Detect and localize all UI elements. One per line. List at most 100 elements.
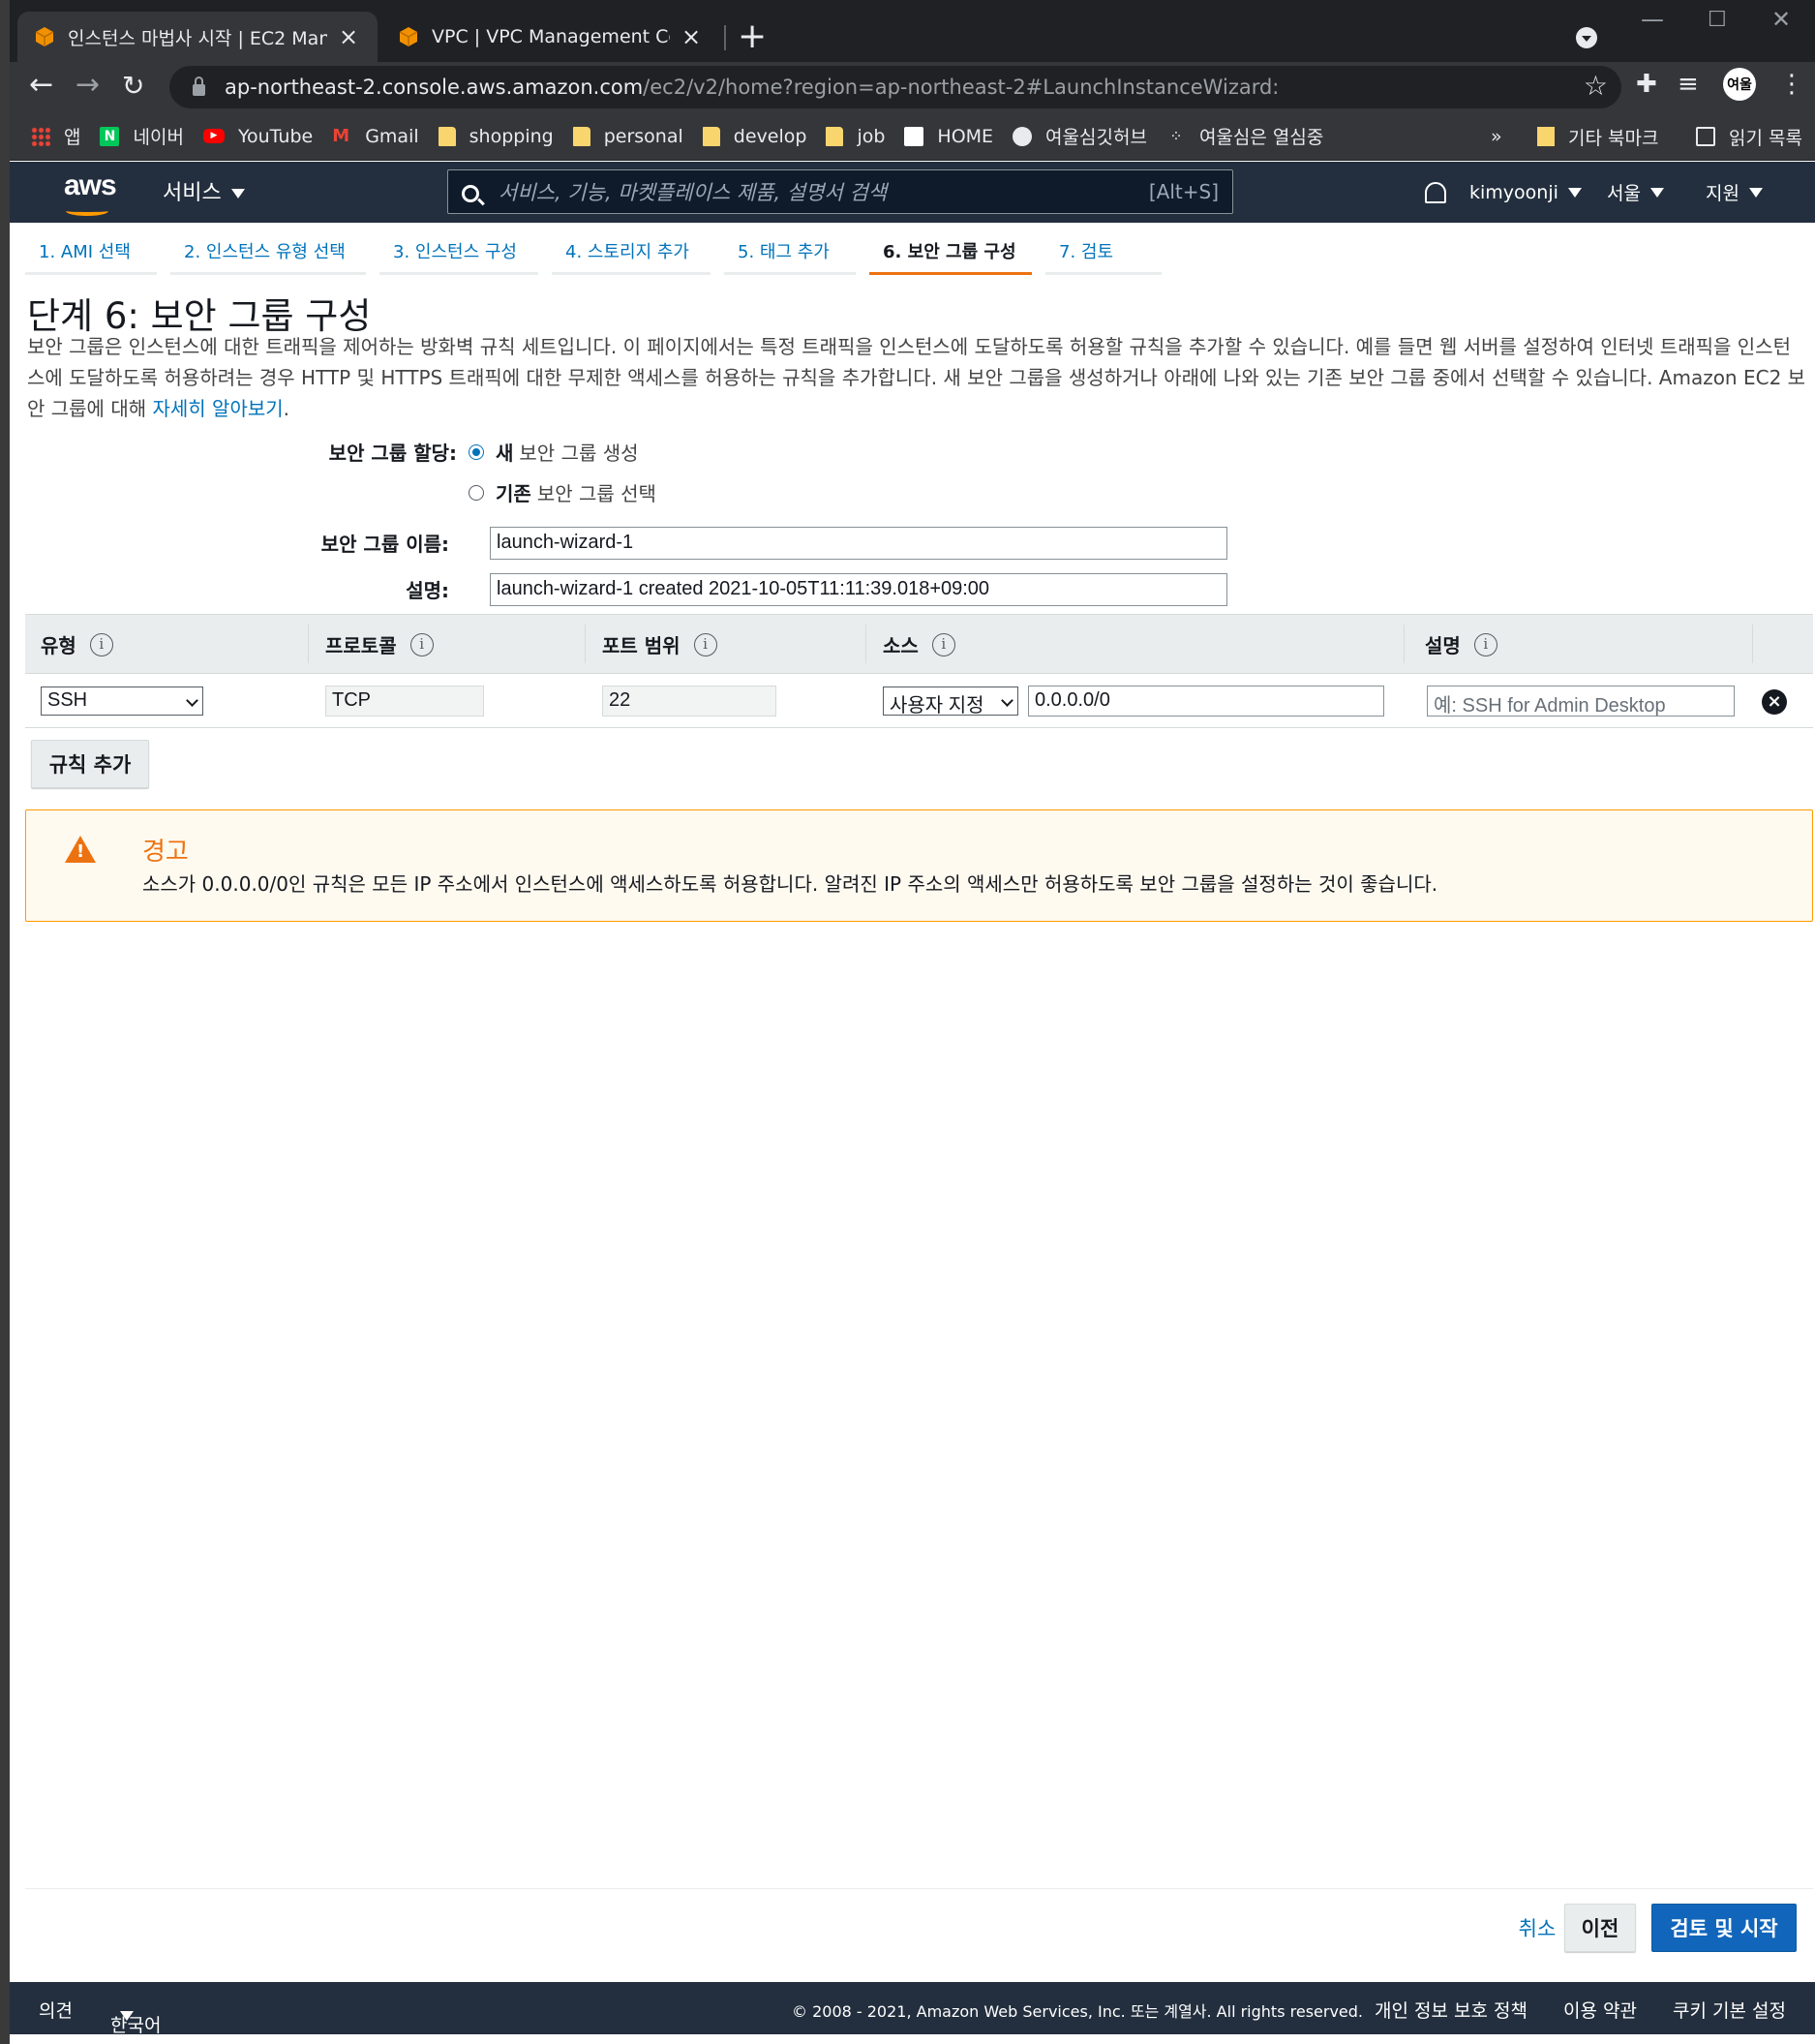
new-tab-icon[interactable]: + [738, 19, 767, 54]
maximize-icon[interactable]: ☐ [1708, 8, 1727, 32]
profile-avatar[interactable]: 여울 [1723, 68, 1756, 101]
bookmark-home[interactable]: HOME [904, 126, 993, 147]
bookmark-personal[interactable]: personal [572, 126, 683, 147]
privacy-link[interactable]: 개인 정보 보호 정책 [1375, 1997, 1528, 2023]
aws-cube-icon [35, 27, 54, 46]
step-review[interactable]: 7. 검토 [1045, 229, 1162, 275]
account-menu[interactable]: kimyoonji [1469, 162, 1582, 223]
radio-new-security-group[interactable]: 새 보안 그룹 생성 [469, 438, 639, 466]
bookmark-apps[interactable]: 앱 [31, 123, 80, 149]
col-source: 소스 i [883, 630, 955, 658]
folder-icon [1537, 127, 1555, 146]
console-footer: 의견 한국어 © 2008 - 2021, Amazon Web Service… [10, 1982, 1815, 2036]
group-name-input[interactable]: launch-wizard-1 [490, 527, 1227, 560]
lock-icon [193, 76, 205, 96]
divider [25, 1888, 1813, 1889]
extensions-icon[interactable]: ✚ [1636, 70, 1657, 99]
radio-unselected [469, 484, 484, 501]
browser-window: 인스턴스 마법사 시작 | EC2 Man × VPC | VPC Manage… [10, 0, 1815, 2044]
menu-kebab-icon[interactable]: ⋮ [1779, 70, 1804, 99]
bookmark-naver[interactable]: N 네이버 [100, 123, 184, 149]
info-icon[interactable]: i [1473, 632, 1497, 656]
reload-icon[interactable]: ↻ [122, 70, 144, 102]
tab-search-icon[interactable] [1576, 27, 1597, 48]
type-select[interactable]: SSH [41, 686, 203, 716]
col-divider [308, 625, 309, 663]
close-icon[interactable]: × [680, 23, 703, 50]
terms-link[interactable]: 이용 약관 [1563, 1997, 1637, 2023]
col-divider [585, 625, 586, 663]
address-bar[interactable]: ap-northeast-2.console.aws.amazon.com/ec… [169, 66, 1621, 108]
col-divider [1404, 625, 1405, 663]
rule-description-input[interactable]: 예: SSH for Admin Desktop [1427, 686, 1735, 717]
info-icon[interactable]: i [931, 632, 955, 656]
services-menu[interactable]: 서비스 [163, 175, 245, 206]
col-description: 설명 i [1425, 630, 1497, 658]
bookmark-youtube[interactable]: ▶ YouTube [202, 126, 313, 147]
reading-list[interactable]: 읽기 목록 [1696, 112, 1802, 161]
aws-search-input[interactable]: 서비스, 기능, 마켓플레이스 제품, 설명서 검색 [Alt+S] [447, 169, 1233, 214]
bookmark-star-icon[interactable]: ☆ [1584, 70, 1608, 102]
bookmark-gmail[interactable]: M Gmail [332, 126, 418, 147]
aws-logo[interactable]: aws [64, 169, 117, 216]
step-instance-type[interactable]: 2. 인스턴스 유형 선택 [170, 229, 366, 275]
col-divider [1752, 625, 1753, 663]
col-port-range: 포트 범위 i [602, 630, 717, 658]
search-placeholder: 서비스, 기능, 마켓플레이스 제품, 설명서 검색 [499, 181, 888, 204]
info-icon[interactable]: i [693, 632, 717, 656]
home-site-icon [904, 126, 924, 146]
bookmark-develop[interactable]: develop [702, 126, 806, 147]
bookmarks-bar: 앱 N 네이버 ▶ YouTube M Gmail shopping perso… [10, 112, 1815, 161]
source-type-select[interactable]: 사용자 지정 [883, 686, 1018, 716]
tab-title: VPC | VPC Management Consol [432, 26, 670, 47]
folder-icon [572, 126, 590, 146]
port-range-field: 22 [602, 686, 776, 717]
add-rule-button[interactable]: 규칙 추가 [31, 740, 149, 788]
apps-grid-icon [31, 126, 50, 146]
minimize-icon[interactable]: — [1641, 6, 1664, 33]
source-cidr-input[interactable]: 0.0.0.0/0 [1028, 686, 1384, 717]
back-icon[interactable]: ← [29, 68, 53, 102]
other-bookmarks[interactable]: 기타 북마크 [1537, 112, 1658, 161]
learn-more-link[interactable]: 자세히 알아보기 [152, 397, 283, 420]
search-shortcut: [Alt+S] [1148, 180, 1219, 203]
step-ami[interactable]: 1. AMI 선택 [25, 229, 157, 275]
review-and-launch-button[interactable]: 검토 및 시작 [1651, 1904, 1797, 1952]
folder-icon [702, 126, 720, 146]
close-icon[interactable]: × [337, 23, 360, 50]
forward-icon[interactable]: → [76, 68, 100, 102]
step-add-tags[interactable]: 5. 태그 추가 [724, 229, 856, 275]
cookie-preferences-link[interactable]: 쿠키 기본 설정 [1673, 1997, 1786, 2023]
step-security-group[interactable]: 6. 보안 그룹 구성 [869, 229, 1032, 275]
tab-strip: 인스턴스 마법사 시작 | EC2 Man × VPC | VPC Manage… [10, 0, 1815, 62]
feedback-link[interactable]: 의견 [39, 1997, 73, 2023]
caret-down-icon [230, 189, 245, 198]
tab-vpc-console[interactable]: VPC | VPC Management Consol × [381, 12, 720, 62]
support-menu[interactable]: 지원 [1706, 162, 1763, 223]
bookmarks-overflow-button[interactable]: » [1491, 112, 1502, 161]
bookmark-shopping[interactable]: shopping [438, 126, 554, 147]
notifications-button[interactable] [1425, 162, 1446, 223]
info-icon[interactable]: i [409, 632, 434, 656]
tab-ec2-launch-wizard[interactable]: 인스턴스 마법사 시작 | EC2 Man × [17, 12, 378, 62]
folder-icon [438, 126, 456, 146]
caret-down-icon [1649, 187, 1664, 198]
media-control-icon[interactable]: ≡ [1678, 70, 1699, 99]
window-close-icon[interactable]: ✕ [1771, 6, 1791, 33]
bookmark-blog[interactable]: ⁘ 여울심은 열심중 [1166, 123, 1323, 149]
info-icon[interactable]: i [89, 632, 113, 656]
radio-existing-security-group[interactable]: 기존 보안 그룹 선택 [469, 478, 656, 506]
description-input[interactable]: launch-wizard-1 created 2021-10-05T11:11… [490, 573, 1227, 606]
github-icon [1013, 126, 1033, 146]
step-configure-instance[interactable]: 3. 인스턴스 구성 [379, 229, 538, 275]
bookmark-github[interactable]: 여울심깃허브 [1013, 123, 1147, 149]
remove-rule-icon[interactable]: × [1762, 689, 1787, 715]
caret-down-icon [1748, 187, 1763, 198]
previous-button[interactable]: 이전 [1564, 1904, 1636, 1952]
warning-alert: 경고 소스가 0.0.0.0/0인 규칙은 모든 IP 주소에서 인스턴스에 액… [25, 809, 1813, 922]
step-add-storage[interactable]: 4. 스토리지 추가 [552, 229, 711, 275]
description-label: 설명: [406, 579, 449, 602]
bookmark-job[interactable]: job [826, 126, 885, 147]
gmail-icon: M [332, 125, 350, 146]
region-menu[interactable]: 서울 [1607, 162, 1664, 223]
